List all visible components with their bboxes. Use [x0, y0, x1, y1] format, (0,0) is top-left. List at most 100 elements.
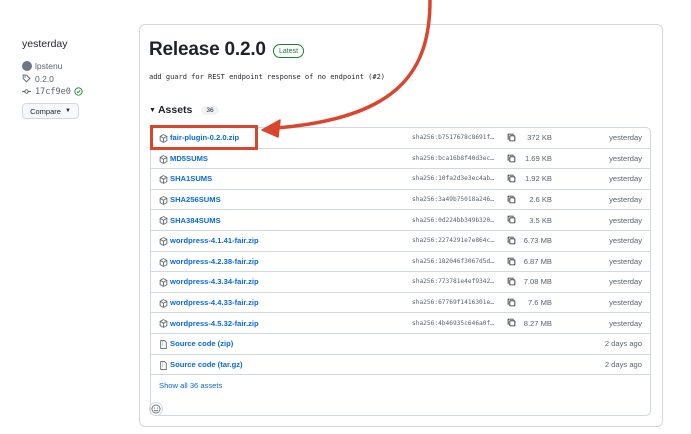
asset-date: yesterday [609, 153, 642, 163]
commit-icon [22, 89, 31, 94]
asset-sha256: sha256:4b46935c646a0f… [412, 319, 494, 327]
author-row[interactable]: lpstenu [22, 59, 122, 72]
asset-sha256: sha256:10fa2d3e3ec4ab… [412, 175, 494, 183]
tag-icon [22, 74, 31, 83]
tag-label[interactable]: 0.2.0 [35, 74, 54, 84]
asset-row: wordpress-4.4.33-fair.zip sha256:67769f14… [151, 293, 650, 314]
asset-row: wordpress-4.5.32-fair.zip sha256:4b46935c… [151, 313, 650, 334]
asset-sha256: sha256:773781e4ef9342… [412, 278, 494, 286]
copy-icon[interactable] [507, 174, 516, 185]
asset-sha256: sha256:3a49b75018a246… [412, 196, 494, 204]
verified-check-icon [74, 87, 83, 96]
asset-size: 1.69 KB [524, 153, 552, 163]
triangle-down-icon: ▼ [149, 106, 156, 114]
asset-link[interactable]: Source code (tar.gz) [170, 360, 243, 369]
asset-date: yesterday [609, 277, 642, 287]
package-icon [159, 278, 168, 289]
asset-link[interactable]: SHA1SUMS [170, 174, 212, 183]
asset-date: 2 days ago [604, 339, 642, 349]
asset-date: yesterday [609, 236, 642, 246]
asset-date: yesterday [609, 215, 642, 225]
asset-row: Source code (zip) 2 days ago [151, 334, 650, 355]
tag-row[interactable]: 0.2.0 [22, 72, 122, 85]
asset-size: 3.5 KB [529, 215, 552, 225]
asset-row: wordpress-4.3.34-fair.zip sha256:773781e4… [151, 272, 650, 293]
copy-icon[interactable] [507, 154, 516, 165]
asset-row: wordpress-4.2.38-fair.zip sha256:182046f3… [151, 252, 650, 273]
smiley-icon [151, 404, 161, 414]
copy-icon[interactable] [507, 318, 516, 329]
asset-sha256: sha256:b7517678c8691f… [412, 134, 494, 142]
asset-size: 1.92 KB [524, 174, 552, 184]
package-icon [159, 154, 168, 166]
asset-link[interactable]: Source code (zip) [170, 339, 233, 348]
package-icon [159, 195, 168, 207]
asset-row: SHA1SUMS sha256:10fa2d3e3ec4ab… 1.92 KB yes… [151, 169, 650, 190]
asset-size: 8.27 MB [523, 318, 552, 328]
asset-date: yesterday [609, 298, 642, 308]
compare-label: Compare [30, 106, 61, 116]
asset-row: SHA256SUMS sha256:3a49b75018a246… 2.6 KB ye… [151, 190, 650, 211]
assets-toggle[interactable]: ▼ Assets 36 [149, 104, 219, 116]
commit-sha[interactable]: 17cf9e0 [35, 87, 71, 97]
copy-icon[interactable] [507, 236, 516, 247]
avatar [22, 60, 32, 71]
annotation-highlight-box [150, 125, 258, 150]
asset-link[interactable]: SHA384SUMS [170, 216, 221, 225]
copy-icon[interactable] [507, 257, 516, 268]
asset-link[interactable]: SHA256SUMS [170, 195, 221, 204]
asset-row: SHA384SUMS sha256:0d224bb349b320… 3.5 KB ye… [151, 210, 650, 231]
show-all-row: Show all 36 assets [151, 375, 650, 396]
asset-size: 2.6 KB [529, 195, 552, 205]
author-name[interactable]: lpstenu [35, 61, 62, 71]
asset-size: 7.6 MB [527, 298, 552, 308]
asset-row: wordpress-4.1.41-fair.zip sha256:2274291e… [151, 231, 650, 252]
asset-date: yesterday [609, 318, 642, 328]
asset-sha256: sha256:182046f3067d5d… [412, 257, 494, 265]
chevron-down-icon: ▼ [64, 108, 71, 114]
asset-date: yesterday [609, 133, 642, 143]
package-icon [159, 175, 168, 186]
asset-link[interactable]: wordpress-4.5.32-fair.zip [170, 319, 259, 328]
asset-link[interactable]: wordpress-4.3.34-fair.zip [170, 277, 259, 286]
asset-link[interactable]: wordpress-4.4.33-fair.zip [170, 298, 259, 307]
copy-icon[interactable] [507, 215, 516, 226]
asset-link[interactable]: MD5SUMS [170, 154, 208, 163]
assets-label: Assets [157, 104, 193, 116]
latest-badge: Latest [273, 44, 305, 58]
file-zip-icon [159, 340, 168, 351]
asset-size: 372 KB [527, 133, 552, 143]
asset-sha256: sha256:0d224bb349b320… [412, 216, 494, 224]
package-icon [159, 319, 168, 330]
package-icon [159, 257, 168, 269]
asset-sha256: sha256:67769f1416301e… [412, 299, 494, 307]
asset-link[interactable]: wordpress-4.2.38-fair.zip [170, 257, 259, 266]
asset-date: yesterday [609, 256, 642, 266]
asset-size: 6.73 MB [523, 236, 552, 246]
compare-button[interactable]: Compare ▼ [22, 103, 79, 119]
asset-sha256: sha256:2274291e7e864c… [412, 237, 494, 245]
add-reaction-button[interactable] [149, 402, 163, 416]
release-title[interactable]: Release 0.2.0 [149, 39, 266, 61]
copy-icon[interactable] [507, 298, 516, 309]
package-icon [159, 237, 168, 248]
show-all-assets-link[interactable]: Show all 36 assets [159, 381, 222, 390]
asset-sha256: sha256:bca16b8f40d3ec… [412, 154, 494, 162]
copy-icon[interactable] [507, 133, 516, 144]
asset-date: yesterday [609, 174, 642, 184]
assets-count-badge: 36 [201, 105, 219, 115]
asset-size: 7.08 MB [523, 277, 552, 287]
package-icon [159, 298, 168, 310]
release-date: yesterday [22, 38, 68, 50]
copy-icon[interactable] [507, 277, 516, 288]
asset-list: fair-plugin-0.2.0.zip sha256:b7517678c869… [150, 127, 651, 416]
asset-row: Source code (tar.gz) 2 days ago [151, 355, 650, 376]
commit-row[interactable]: 17cf9e0 [22, 85, 122, 98]
release-card: Release 0.2.0 Latest add guard for REST … [139, 24, 663, 427]
file-zip-icon [159, 360, 168, 372]
copy-icon[interactable] [507, 195, 516, 206]
asset-link[interactable]: wordpress-4.1.41-fair.zip [170, 236, 259, 245]
release-notes: add guard for REST endpoint response of … [149, 73, 386, 81]
package-icon [159, 216, 168, 227]
asset-date: 2 days ago [604, 359, 642, 369]
